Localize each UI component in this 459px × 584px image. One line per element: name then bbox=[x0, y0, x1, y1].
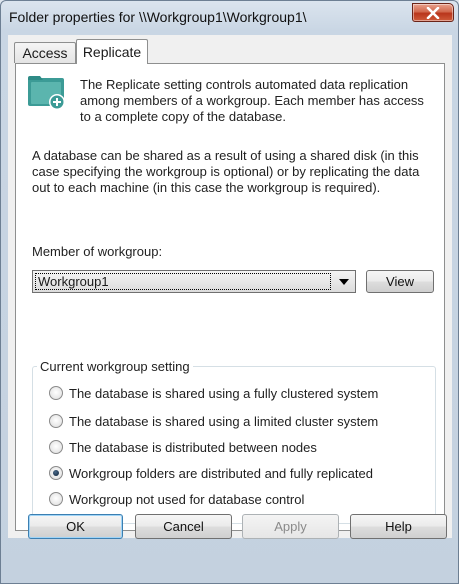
option-fully-clustered[interactable]: The database is shared using a fully clu… bbox=[49, 384, 378, 402]
current-workgroup-setting-group: Current workgroup setting The database i… bbox=[32, 359, 436, 524]
help-button[interactable]: Help bbox=[350, 514, 447, 539]
member-of-workgroup-label: Member of workgroup: bbox=[32, 244, 163, 259]
cancel-button[interactable]: Cancel bbox=[135, 514, 232, 539]
radio-button[interactable] bbox=[49, 414, 63, 428]
dialog-window: Folder properties for \\Workgroup1\Workg… bbox=[0, 0, 459, 584]
window-title: Folder properties for \\Workgroup1\Workg… bbox=[9, 9, 307, 25]
option-limited-cluster[interactable]: The database is shared using a limited c… bbox=[49, 412, 378, 430]
shared-folder-add-icon bbox=[28, 76, 65, 110]
group-caption: Current workgroup setting bbox=[37, 359, 193, 374]
replicate-panel: The Replicate setting controls automated… bbox=[15, 63, 445, 531]
close-icon bbox=[426, 6, 440, 19]
radio-button[interactable] bbox=[49, 492, 63, 506]
radio-label: The database is shared using a fully clu… bbox=[69, 385, 379, 401]
chevron-down-icon bbox=[339, 279, 349, 285]
radio-button-selected[interactable] bbox=[49, 466, 63, 480]
radio-label: The database is shared using a limited c… bbox=[69, 413, 379, 429]
title-bar[interactable]: Folder properties for \\Workgroup1\Workg… bbox=[1, 1, 458, 35]
intro-text: The Replicate setting controls automated… bbox=[80, 77, 424, 124]
radio-button[interactable] bbox=[49, 440, 63, 454]
description-text: A database can be shared as a result of … bbox=[32, 148, 420, 195]
apply-button[interactable]: Apply bbox=[242, 514, 339, 539]
option-not-used[interactable]: Workgroup not used for database control bbox=[49, 490, 304, 508]
radio-button[interactable] bbox=[49, 386, 63, 400]
option-distributed-nodes[interactable]: The database is distributed between node… bbox=[49, 438, 317, 456]
radio-label: The database is distributed between node… bbox=[69, 439, 317, 455]
radio-label: Workgroup folders are distributed and fu… bbox=[69, 465, 373, 481]
workgroup-select-value: Workgroup1 bbox=[35, 273, 331, 290]
tab-replicate[interactable]: Replicate bbox=[76, 39, 148, 64]
workgroup-select[interactable]: Workgroup1 bbox=[32, 270, 356, 293]
view-button[interactable]: View bbox=[366, 270, 434, 293]
option-fully-replicated[interactable]: Workgroup folders are distributed and fu… bbox=[49, 464, 373, 482]
ok-button[interactable]: OK bbox=[28, 514, 123, 539]
radio-label: Workgroup not used for database control bbox=[69, 491, 305, 507]
close-button[interactable] bbox=[412, 3, 454, 22]
tab-access[interactable]: Access bbox=[14, 42, 76, 63]
dialog-client-area: Access Replicate The Replicate setting c… bbox=[8, 35, 452, 538]
